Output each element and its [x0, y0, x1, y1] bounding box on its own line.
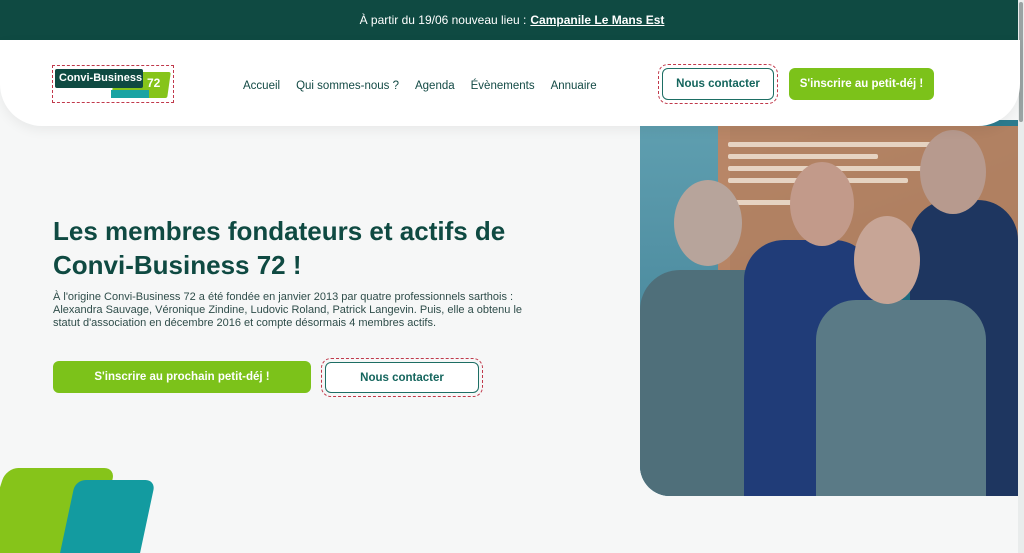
nav-item-qui-sommes-nous[interactable]: Qui sommes-nous ?	[296, 80, 399, 92]
header-contact-button[interactable]: Nous contacter	[658, 64, 778, 104]
logo-teal-shape	[111, 90, 149, 98]
announcement-bar: À partir du 19/06 nouveau lieu : Campani…	[0, 0, 1024, 40]
announcement-text: À partir du 19/06 nouveau lieu :	[359, 13, 527, 27]
nav-item-annuaire[interactable]: Annuaire	[551, 80, 597, 92]
nav-item-evenements[interactable]: Évènements	[471, 80, 535, 92]
hero-contact-button[interactable]: Nous contacter	[321, 358, 483, 397]
founders-photo	[640, 120, 1018, 496]
hero-signup-button[interactable]: S'inscrire au prochain petit-déj !	[53, 361, 311, 393]
site-header: Convi-Business 72 Accueil Qui sommes-nou…	[0, 40, 1020, 126]
nav-item-agenda[interactable]: Agenda	[415, 80, 455, 92]
logo-name: Convi-Business	[59, 72, 143, 84]
header-signup-button[interactable]: S'inscrire au petit-déj !	[789, 68, 934, 100]
announcement-location-link[interactable]: Campanile Le Mans Est	[530, 13, 664, 27]
main-nav: Accueil Qui sommes-nous ? Agenda Évèneme…	[243, 80, 597, 92]
page-title: Les membres fondateurs et actifs de Conv…	[53, 216, 506, 280]
nav-item-accueil[interactable]: Accueil	[243, 80, 280, 92]
logo-number: 72	[147, 76, 161, 90]
site-logo[interactable]: Convi-Business 72	[52, 65, 174, 103]
hero-description: À l'origine Convi-Business 72 a été fond…	[53, 291, 523, 329]
